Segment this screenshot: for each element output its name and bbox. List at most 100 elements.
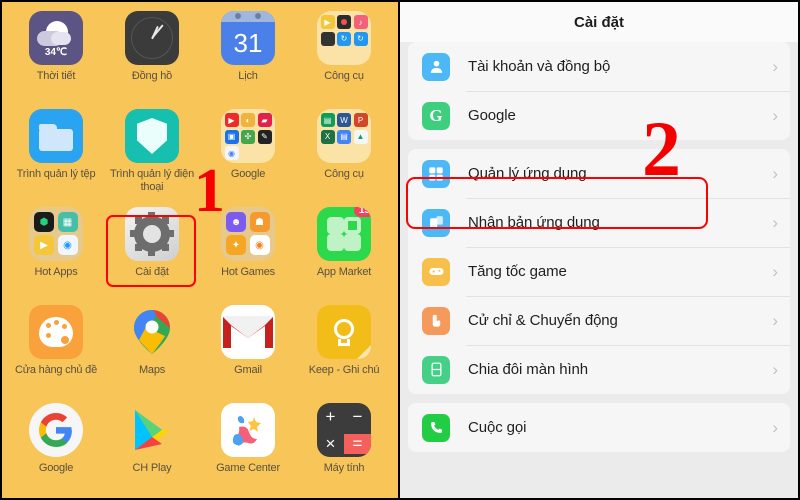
app-label: Google [38, 462, 74, 474]
settings-row-cu-chi-chuyen-dong[interactable]: Cử chỉ & Chuyển động › [408, 296, 790, 345]
hot-apps-folder-icon: ⬢ ▦ ▶ ◉ [29, 207, 83, 261]
chevron-right-icon: › [772, 359, 778, 379]
maps-icon [125, 305, 179, 359]
app-lich[interactable]: 31 Lịch [200, 6, 296, 104]
app-label: Game Center [216, 462, 280, 474]
settings-row-nhan-ban-ung-dung[interactable]: Nhân bản ứng dụng › [408, 198, 790, 247]
app-keep-ghi-chu[interactable]: Keep - Ghi chú [296, 300, 392, 398]
settings-row-tai-khoan-va-dong-bo[interactable]: Tài khoản và đồng bộ › [408, 42, 790, 91]
app-dong-ho[interactable]: Đồng hồ [104, 6, 200, 104]
app-label: Thời tiết [36, 70, 76, 82]
settings-panel: Cài đặt Tài khoản và đồng bộ › G Google … [400, 0, 800, 500]
app-clone-icon [422, 208, 450, 237]
google-search-icon [29, 403, 83, 457]
app-label: Lịch [238, 70, 258, 82]
screenshot-root: 34℃ Thời tiết Đồng hồ 31 Lịch ▶ ♪ ↻ ↻ Cô… [0, 0, 800, 500]
gestures-motion-icon [422, 306, 450, 335]
settings-row-label: Cuộc gọi [468, 419, 527, 436]
app-label: Cài đặt [135, 266, 169, 278]
phone-manager-icon [125, 109, 179, 163]
app-trinh-quan-ly-dien-thoai[interactable]: Trình quản lý điện thoại [104, 104, 200, 202]
app-game-center[interactable]: Game Center [200, 398, 296, 496]
app-market-icon: 15 [317, 207, 371, 261]
app-label: Trình quản lý tệp [16, 168, 96, 180]
app-may-tinh[interactable]: + − × = Máy tính [296, 398, 392, 496]
settings-group-accounts: Tài khoản và đồng bộ › G Google › [408, 42, 790, 140]
file-manager-icon [29, 109, 83, 163]
chevron-right-icon: › [772, 163, 778, 183]
settings-row-label: Cử chỉ & Chuyển động [468, 312, 618, 329]
app-management-icon [422, 159, 450, 188]
app-label: Máy tính [323, 462, 365, 474]
step-number-1: 1 [194, 157, 225, 225]
app-label: Hot Apps [34, 266, 78, 278]
app-label: Công cụ [324, 168, 364, 180]
app-label: CH Play [132, 462, 172, 474]
calendar-icon: 31 [221, 11, 275, 65]
home-screen-panel: 34℃ Thời tiết Đồng hồ 31 Lịch ▶ ♪ ↻ ↻ Cô… [0, 0, 400, 500]
game-boost-icon [422, 257, 450, 286]
app-trinh-quan-ly-tep[interactable]: Trình quản lý tệp [8, 104, 104, 202]
chevron-right-icon: › [772, 212, 778, 232]
app-label: Maps [138, 364, 166, 376]
settings-row-cuoc-goi[interactable]: Cuộc gọi › [408, 403, 790, 452]
app-app-market[interactable]: 15 App Market [296, 202, 392, 300]
app-label: Hot Games [221, 266, 275, 278]
settings-row-label: Tài khoản và đồng bộ [468, 58, 611, 75]
gmail-icon [221, 305, 275, 359]
app-gmail[interactable]: Gmail [200, 300, 296, 398]
office-folder-icon: ▤ W P X ▤ ▲ [317, 109, 371, 163]
chevron-right-icon: › [772, 56, 778, 76]
google-icon: G [422, 101, 450, 130]
app-cai-dat[interactable]: Cài đặt [104, 202, 200, 300]
app-ch-play[interactable]: CH Play [104, 398, 200, 496]
clock-icon [125, 11, 179, 65]
settings-row-tang-toc-game[interactable]: Tăng tốc game › [408, 247, 790, 296]
chevron-right-icon: › [772, 310, 778, 330]
app-label: Đồng hồ [131, 70, 173, 82]
settings-group-calls: Cuộc gọi › [408, 403, 790, 452]
phone-call-icon [422, 413, 450, 442]
settings-gear-icon [125, 207, 179, 261]
app-label: Công cụ [324, 70, 364, 82]
app-label: Keep - Ghi chú [308, 364, 380, 376]
keep-notes-icon [317, 305, 371, 359]
hot-games-folder-icon: ☻ ☗ ✦ ◉ [221, 207, 275, 261]
theme-store-icon [29, 305, 83, 359]
tools-folder-icon: ▶ ♪ ↻ ↻ [317, 11, 371, 65]
settings-row-chia-doi-man-hinh[interactable]: Chia đôi màn hình › [408, 345, 790, 394]
app-google[interactable]: Google [8, 398, 104, 496]
account-sync-icon [422, 52, 450, 81]
play-store-icon [125, 403, 179, 457]
calendar-day: 31 [233, 28, 263, 58]
weather-icon: 34℃ [29, 11, 83, 65]
folder-cong-cu-office[interactable]: ▤ W P X ▤ ▲ Công cụ [296, 104, 392, 202]
app-cua-hang-chu-de[interactable]: Cửa hàng chủ đề [8, 300, 104, 398]
google-folder-icon: ▶ ◐ ▰ ▣ ✣ ✎ ◉ [221, 109, 275, 163]
app-market-badge: 15 [353, 207, 371, 217]
chevron-right-icon: › [772, 105, 778, 125]
app-label: Trình quản lý điện thoại [109, 168, 195, 193]
folder-cong-cu-media[interactable]: ▶ ♪ ↻ ↻ Công cụ [296, 6, 392, 104]
chevron-right-icon: › [772, 261, 778, 281]
settings-row-google[interactable]: G Google › [408, 91, 790, 140]
chevron-right-icon: › [772, 417, 778, 437]
settings-row-label: Quản lý ứng dụng [468, 165, 587, 182]
settings-row-label: Tăng tốc game [468, 263, 567, 280]
app-maps[interactable]: Maps [104, 300, 200, 398]
app-label: Cửa hàng chủ đề [14, 364, 98, 376]
settings-row-label: Nhân bản ứng dụng [468, 214, 600, 231]
game-center-icon [221, 403, 275, 457]
split-screen-icon [422, 355, 450, 384]
settings-group-apps: Quản lý ứng dụng › Nhân bản ứng dụng › T… [408, 149, 790, 394]
app-label: App Market [316, 266, 372, 278]
step-number-2: 2 [642, 105, 681, 192]
settings-row-label: Google [468, 107, 516, 124]
settings-row-quan-ly-ung-dung[interactable]: Quản lý ứng dụng › [408, 149, 790, 198]
app-grid: 34℃ Thời tiết Đồng hồ 31 Lịch ▶ ♪ ↻ ↻ Cô… [2, 2, 398, 498]
folder-hot-apps[interactable]: ⬢ ▦ ▶ ◉ Hot Apps [8, 202, 104, 300]
app-thoi-tiet[interactable]: 34℃ Thời tiết [8, 6, 104, 104]
settings-row-label: Chia đôi màn hình [468, 361, 589, 378]
weather-temp: 34℃ [44, 47, 68, 58]
app-label: Gmail [234, 364, 262, 376]
